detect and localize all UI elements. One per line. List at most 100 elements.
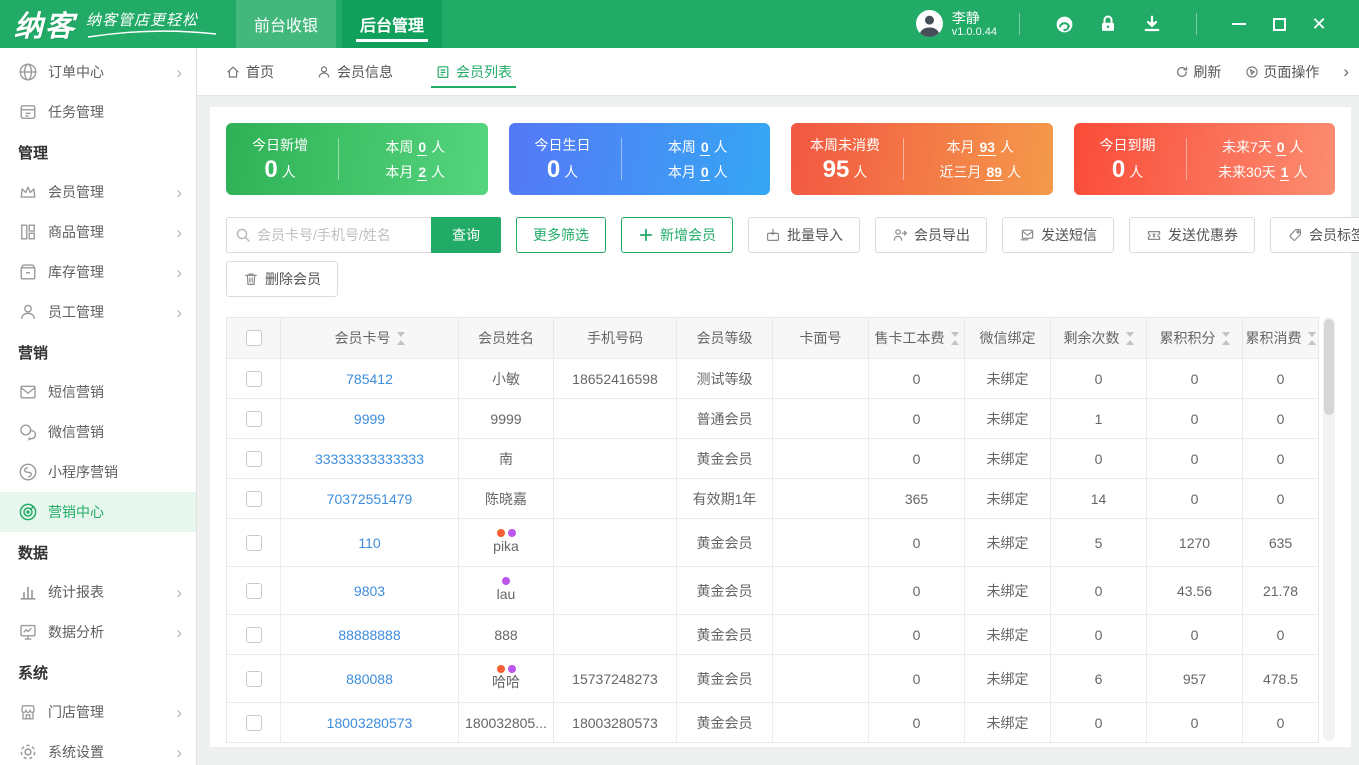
tab-active[interactable]: 会员列表 [435, 48, 512, 95]
stat-detail-value[interactable]: 93 [978, 139, 996, 156]
stat-detail-value[interactable]: 1 [1280, 164, 1290, 181]
stat-card-unit: 人 [1129, 164, 1143, 180]
delete-member-button[interactable]: 删除会员 [226, 261, 338, 297]
tabbar-chevron-right-icon[interactable]: › [1343, 62, 1351, 82]
column-header[interactable]: 剩余次数 [1051, 318, 1147, 358]
row-checkbox[interactable] [246, 491, 262, 507]
cell-card_no[interactable]: 785412 [281, 359, 459, 398]
download-icon[interactable] [1141, 13, 1163, 35]
topnav-button[interactable]: 后台管理 [342, 0, 442, 48]
row-checkbox[interactable] [246, 451, 262, 467]
row-checkbox[interactable] [246, 371, 262, 387]
close-button[interactable]: ✕ [1299, 9, 1339, 39]
row-checkbox[interactable] [246, 671, 262, 687]
row-checkbox[interactable] [246, 411, 262, 427]
stat-detail-value[interactable]: 0 [417, 139, 427, 156]
row-checkbox[interactable] [246, 583, 262, 599]
topnav-button[interactable]: 前台收银 [236, 0, 336, 48]
column-header[interactable]: 会员卡号 [281, 318, 459, 358]
send-sms-button[interactable]: 发送短信 [1002, 217, 1114, 253]
add-member-button[interactable]: 新增会员 [621, 217, 733, 253]
sidebar-item[interactable]: 微信营销 [0, 412, 196, 452]
row-checkbox[interactable] [246, 627, 262, 643]
stat-detail-value[interactable]: 89 [985, 164, 1003, 181]
stat-card-main: 本周未消费95人 [797, 135, 893, 183]
stat-detail-row: 本周0人 [385, 137, 445, 157]
sidebar-item[interactable]: 商品管理› [0, 212, 196, 252]
sort-arrows-icon[interactable] [1126, 332, 1134, 345]
sort-arrows-icon[interactable] [951, 332, 959, 345]
sidebar-item[interactable]: 任务管理 [0, 92, 196, 132]
stat-detail-value[interactable]: 0 [1276, 139, 1286, 156]
cell-wechat: 未绑定 [965, 399, 1051, 438]
sort-arrows-icon[interactable] [1222, 332, 1230, 345]
cell-card_no[interactable]: 18003280573 [281, 703, 459, 742]
stat-card: 本周未消费95人本月93人近三月89人 [791, 123, 1053, 195]
home-icon [225, 64, 241, 80]
sidebar-item[interactable]: 会员管理› [0, 172, 196, 212]
more-filters-button[interactable]: 更多筛选 [516, 217, 606, 253]
sidebar-item[interactable]: 员工管理› [0, 292, 196, 332]
sidebar-item[interactable]: 门店管理› [0, 692, 196, 732]
cell-card_no[interactable]: 9999 [281, 399, 459, 438]
sidebar-item[interactable]: 短信营销 [0, 372, 196, 412]
cell-times: 5 [1051, 519, 1147, 566]
sidebar-item[interactable]: 库存管理› [0, 252, 196, 292]
sidebar-item[interactable]: 系统设置› [0, 732, 196, 765]
batch-import-button[interactable]: 批量导入 [748, 217, 860, 253]
minimize-button[interactable] [1219, 9, 1259, 39]
cell-card_no[interactable]: 88888888 [281, 615, 459, 654]
stat-detail-value[interactable]: 2 [417, 164, 427, 181]
sidebar-item[interactable]: 订单中心› [0, 52, 196, 92]
stat-detail-label: 本月 [385, 164, 413, 180]
tab-label: 会员列表 [456, 62, 512, 82]
column-header[interactable]: 累积消费 [1243, 318, 1318, 358]
select-all-checkbox[interactable] [246, 330, 262, 346]
customer-service-icon[interactable] [1053, 13, 1075, 35]
cell-card_no[interactable]: 70372551479 [281, 479, 459, 518]
member-tags-button[interactable]: 会员标签 [1270, 217, 1359, 253]
wechat-icon [18, 422, 38, 442]
stat-detail-value[interactable]: 0 [700, 164, 710, 181]
cell-card_no[interactable]: 33333333333333 [281, 439, 459, 478]
stat-card-main: 今日生日0人 [515, 135, 611, 183]
refresh-button[interactable]: 刷新 [1175, 62, 1221, 82]
column-header[interactable]: 累积积分 [1147, 318, 1243, 358]
search-button[interactable]: 查询 [431, 217, 501, 253]
member-table: 会员卡号会员姓名手机号码会员等级卡面号售卡工本费微信绑定剩余次数累积积分累积消费… [226, 317, 1319, 743]
cell-card_no[interactable]: 9803 [281, 567, 459, 614]
maximize-button[interactable] [1259, 9, 1299, 39]
cell-wechat: 未绑定 [965, 703, 1051, 742]
row-checkbox-cell [227, 479, 281, 518]
row-checkbox[interactable] [246, 715, 262, 731]
member-name: 哈哈 [492, 673, 520, 691]
cell-times: 0 [1051, 359, 1147, 398]
user-menu[interactable]: 李静 v1.0.0.44 [916, 10, 997, 39]
cell-wechat: 未绑定 [965, 439, 1051, 478]
sidebar-item[interactable]: 统计报表› [0, 572, 196, 612]
cell-card_face [773, 439, 869, 478]
table-scrollbar-thumb[interactable] [1324, 319, 1334, 415]
page-operations-button[interactable]: 页面操作 [1245, 62, 1319, 82]
sidebar-item[interactable]: 数据分析› [0, 612, 196, 652]
cell-card_no[interactable]: 880088 [281, 655, 459, 702]
lock-icon[interactable] [1097, 13, 1119, 35]
row-checkbox-cell [227, 615, 281, 654]
tab-item[interactable]: 首页 [225, 48, 274, 95]
send-coupon-button[interactable]: 发送优惠券 [1129, 217, 1255, 253]
row-checkbox[interactable] [246, 535, 262, 551]
column-header[interactable]: 售卡工本费 [869, 318, 965, 358]
cell-card_no[interactable]: 110 [281, 519, 459, 566]
sidebar-item[interactable]: 营销中心 [0, 492, 196, 532]
sidebar-item[interactable]: 小程序营销 [0, 452, 196, 492]
search-input[interactable] [257, 227, 423, 243]
stat-detail-row: 本周0人 [668, 137, 728, 157]
tab-label: 会员信息 [337, 62, 393, 82]
sort-arrows-icon[interactable] [1308, 332, 1316, 345]
stat-detail-row: 近三月89人 [939, 162, 1021, 182]
sort-arrows-icon[interactable] [397, 332, 405, 345]
cell-level: 黄金会员 [677, 439, 773, 478]
stat-detail-value[interactable]: 0 [700, 139, 710, 156]
tab-item[interactable]: 会员信息 [316, 48, 393, 95]
export-members-button[interactable]: 会员导出 [875, 217, 987, 253]
